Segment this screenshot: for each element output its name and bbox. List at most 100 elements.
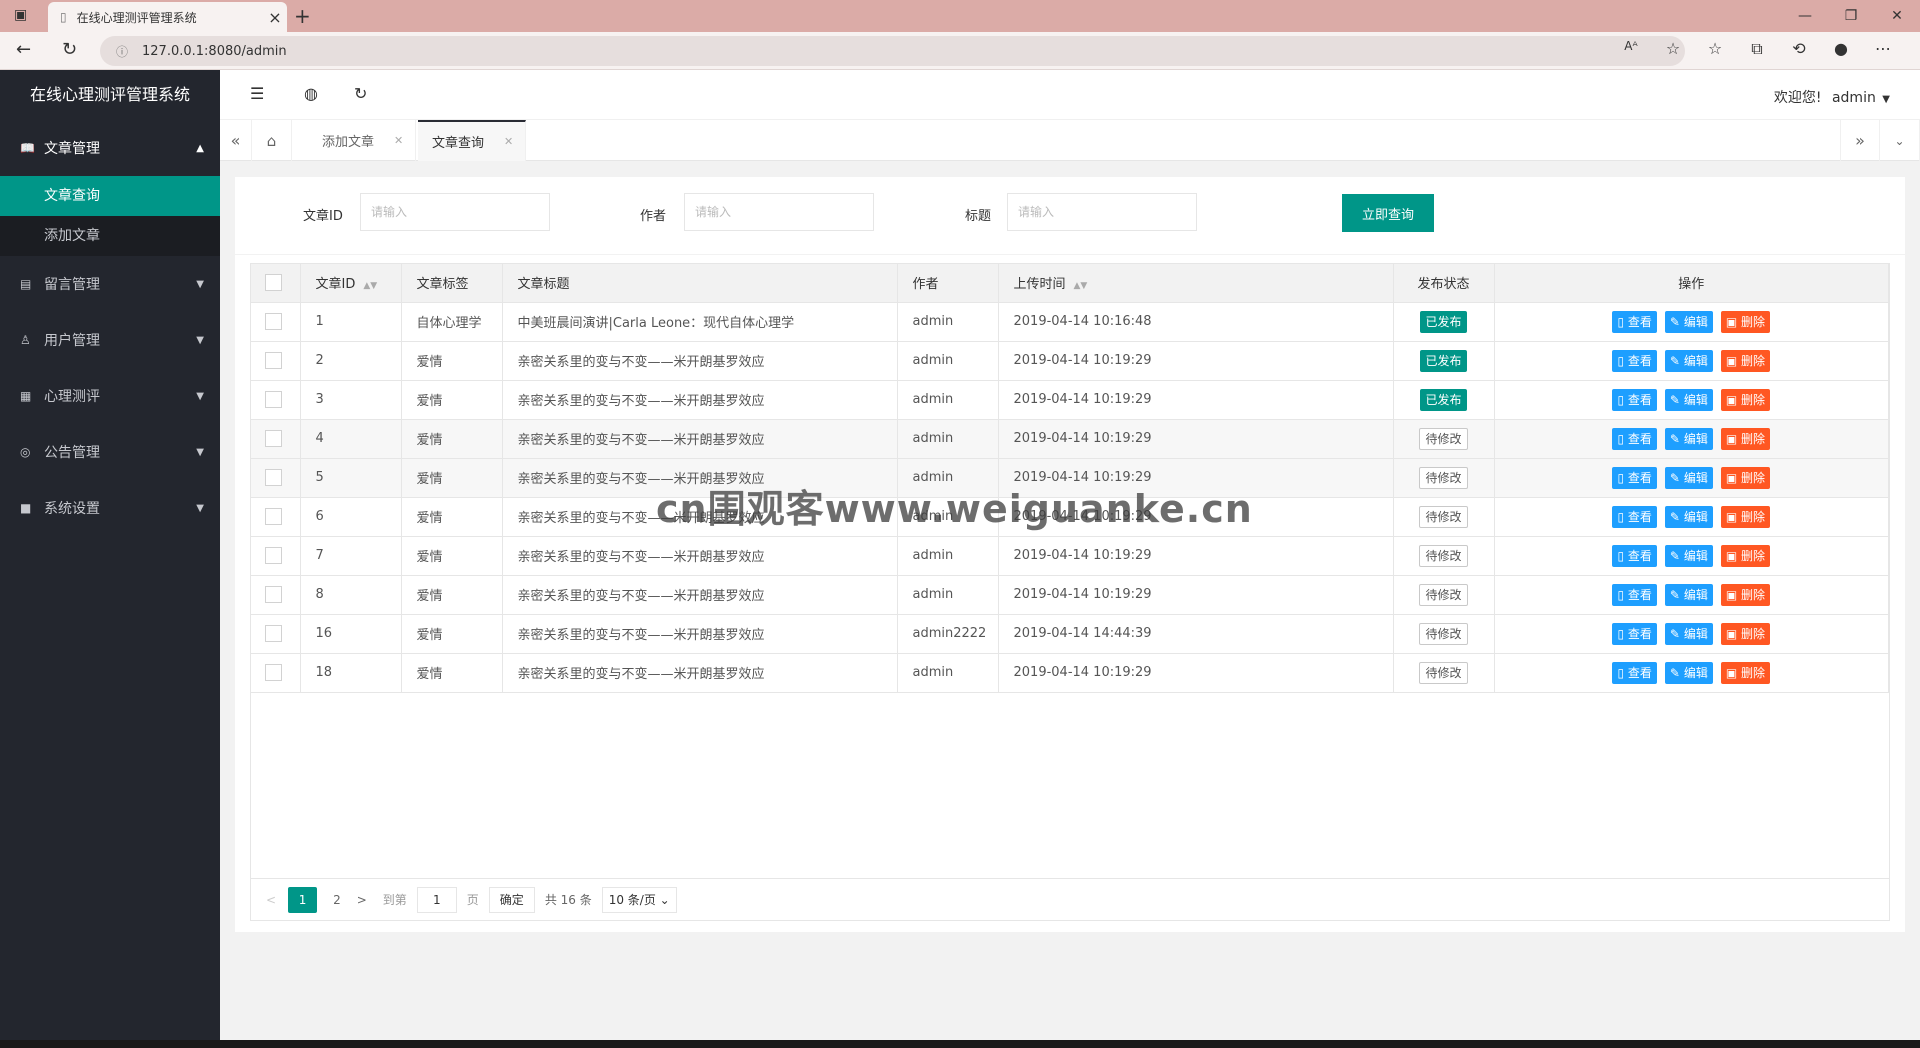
caret-down-icon: ▼ — [196, 446, 204, 458]
menu-group-user[interactable]: ♙ 用户管理 ▼ — [0, 312, 220, 368]
edit-button[interactable]: ✎ 编辑 — [1664, 505, 1713, 528]
close-icon[interactable]: ✕ — [394, 134, 403, 147]
sort-icon[interactable]: ▲▼ — [1074, 281, 1088, 291]
refresh-page-icon[interactable]: ↻ — [354, 84, 367, 103]
view-button[interactable]: ▯ 查看 — [1612, 388, 1657, 411]
edit-button[interactable]: ✎ 编辑 — [1664, 661, 1713, 684]
menu-group-settings[interactable]: ■ 系统设置 ▼ — [0, 480, 220, 536]
close-icon[interactable]: ✕ — [504, 135, 513, 148]
goto-confirm-button[interactable]: 确定 — [488, 886, 535, 913]
author-input[interactable]: 请输入 — [684, 193, 874, 231]
menu-group-notice[interactable]: ◎ 公告管理 ▼ — [0, 424, 220, 480]
col-time[interactable]: 上传时间 ▲▼ — [998, 264, 1394, 303]
edit-icon: ✎ — [1669, 548, 1680, 563]
edit-button[interactable]: ✎ 编辑 — [1664, 466, 1713, 489]
browser-tab[interactable]: ▯ 在线心理测评管理系统 × — [48, 2, 287, 32]
tab-add-article[interactable]: 添加文章 ✕ — [292, 120, 417, 161]
prev-page-button[interactable]: < — [266, 893, 276, 907]
row-checkbox[interactable] — [265, 391, 282, 408]
row-checkbox[interactable] — [265, 508, 282, 525]
delete-button[interactable]: ▣ 删除 — [1720, 505, 1771, 528]
close-tab-icon[interactable]: × — [263, 8, 287, 27]
collections-icon[interactable]: ⧉ — [1736, 39, 1778, 59]
favorites-icon[interactable]: ☆ — [1694, 39, 1736, 59]
sort-icon[interactable]: ▲▼ — [363, 281, 377, 291]
view-button[interactable]: ▯ 查看 — [1612, 583, 1657, 606]
tab-article-query[interactable]: 文章查询 ✕ — [418, 120, 527, 161]
view-icon: ▯ — [1617, 626, 1625, 641]
restore-button[interactable]: ❐ — [1828, 0, 1874, 32]
view-button[interactable]: ▯ 查看 — [1612, 466, 1657, 489]
menu-group-message[interactable]: ▤ 留言管理 ▼ — [0, 256, 220, 312]
row-checkbox[interactable] — [265, 352, 282, 369]
edit-label: 编辑 — [1683, 587, 1708, 602]
history-icon[interactable]: ⟲ — [1778, 39, 1820, 59]
col-id[interactable]: 文章ID ▲▼ — [300, 264, 402, 303]
delete-button[interactable]: ▣ 删除 — [1720, 427, 1771, 450]
view-button[interactable]: ▯ 查看 — [1612, 505, 1657, 528]
row-checkbox[interactable] — [265, 313, 282, 330]
submenu-item-add-article[interactable]: 添加文章 — [0, 216, 220, 256]
edit-button[interactable]: ✎ 编辑 — [1664, 622, 1713, 645]
delete-button[interactable]: ▣ 删除 — [1720, 310, 1771, 333]
per-page-select[interactable]: 10 条/页 ⌄ — [601, 886, 677, 913]
row-checkbox[interactable] — [265, 625, 282, 642]
page-2-button[interactable]: 2 — [333, 893, 341, 907]
tab-actions-icon[interactable]: ▣ — [14, 7, 27, 23]
search-button[interactable]: 立即查询 — [1342, 194, 1434, 232]
next-page-button[interactable]: > — [357, 893, 367, 907]
tabs-scroll-left-icon[interactable]: « — [220, 120, 252, 161]
favorite-add-icon[interactable]: ☆ — [1652, 39, 1694, 58]
view-button[interactable]: ▯ 查看 — [1612, 544, 1657, 567]
submenu-item-article-query[interactable]: 文章查询 — [0, 176, 220, 216]
delete-button[interactable]: ▣ 删除 — [1720, 349, 1771, 372]
delete-button[interactable]: ▣ 删除 — [1720, 583, 1771, 606]
title-input[interactable]: 请输入 — [1007, 193, 1197, 231]
goto-page-input[interactable]: 1 — [416, 886, 457, 913]
page-1-button[interactable]: 1 — [288, 886, 318, 913]
minimize-button[interactable]: — — [1782, 0, 1828, 32]
row-checkbox[interactable] — [265, 586, 282, 603]
new-tab-button[interactable]: + — [294, 4, 311, 28]
menu-toggle-icon[interactable]: ☰ — [250, 84, 264, 103]
row-checkbox[interactable] — [265, 664, 282, 681]
tabs-dropdown-icon[interactable]: ⌄ — [1880, 120, 1920, 161]
edit-label: 编辑 — [1683, 314, 1708, 329]
close-window-button[interactable]: ✕ — [1874, 0, 1920, 32]
delete-button[interactable]: ▣ 删除 — [1720, 622, 1771, 645]
edit-button[interactable]: ✎ 编辑 — [1664, 583, 1713, 606]
home-tab-icon[interactable]: ⌂ — [252, 120, 292, 161]
view-label: 查看 — [1627, 314, 1652, 329]
tabs-scroll-right-icon[interactable]: » — [1840, 120, 1880, 161]
url-field[interactable]: ⓘ 127.0.0.1:8080/admin — [100, 36, 1685, 66]
select-all-checkbox[interactable] — [265, 274, 282, 292]
delete-button[interactable]: ▣ 删除 — [1720, 466, 1771, 489]
view-button[interactable]: ▯ 查看 — [1612, 310, 1657, 333]
row-checkbox[interactable] — [265, 469, 282, 486]
view-button[interactable]: ▯ 查看 — [1612, 622, 1657, 645]
col-time-label: 上传时间 — [1013, 277, 1066, 293]
more-icon[interactable]: ⋯ — [1862, 39, 1904, 59]
edit-button[interactable]: ✎ 编辑 — [1664, 544, 1713, 567]
globe-icon[interactable]: ◍ — [304, 84, 318, 103]
edit-button[interactable]: ✎ 编辑 — [1664, 349, 1713, 372]
read-aloud-icon[interactable]: Aᴬ — [1610, 39, 1652, 58]
delete-button[interactable]: ▣ 删除 — [1720, 388, 1771, 411]
menu-group-test[interactable]: ▦ 心理测评 ▼ — [0, 368, 220, 424]
profile-icon[interactable]: ● — [1820, 39, 1862, 59]
user-menu[interactable]: 欢迎您! admin ▼ — [1774, 87, 1890, 107]
view-button[interactable]: ▯ 查看 — [1612, 349, 1657, 372]
view-button[interactable]: ▯ 查看 — [1612, 661, 1657, 684]
edit-button[interactable]: ✎ 编辑 — [1664, 310, 1713, 333]
edit-button[interactable]: ✎ 编辑 — [1664, 388, 1713, 411]
menu-group-article[interactable]: 📖 文章管理 ▲ — [0, 120, 220, 176]
row-checkbox[interactable] — [265, 547, 282, 564]
edit-button[interactable]: ✎ 编辑 — [1664, 427, 1713, 450]
delete-button[interactable]: ▣ 删除 — [1720, 544, 1771, 567]
article-id-input[interactable]: 请输入 — [360, 193, 550, 231]
view-button[interactable]: ▯ 查看 — [1612, 427, 1657, 450]
back-icon[interactable]: ← — [16, 39, 31, 60]
delete-button[interactable]: ▣ 删除 — [1720, 661, 1771, 684]
refresh-icon[interactable]: ↻ — [62, 39, 77, 60]
row-checkbox[interactable] — [265, 430, 282, 447]
